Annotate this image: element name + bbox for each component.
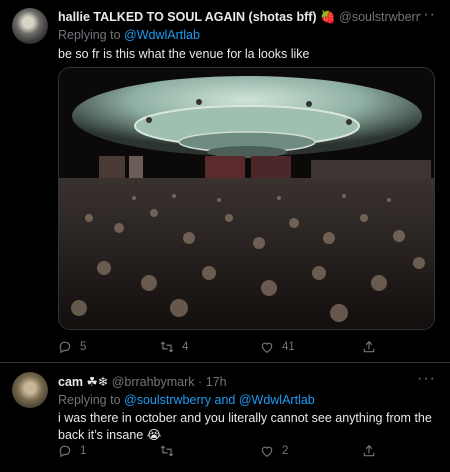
reply-icon — [59, 445, 71, 458]
more-icon[interactable]: ··· — [417, 370, 436, 388]
tweet-image[interactable] — [58, 67, 435, 330]
tweet-actions: 5 4 41 — [58, 340, 388, 358]
share-icon — [363, 340, 375, 353]
avatar[interactable] — [12, 8, 48, 44]
like-button[interactable]: 41 — [260, 340, 295, 354]
more-icon[interactable]: ··· — [417, 6, 436, 24]
name-emoji: ☘❄ — [86, 375, 109, 389]
retweet-count: 4 — [182, 341, 189, 353]
replying-prefix: Replying to — [58, 28, 125, 42]
reply-icon — [59, 341, 71, 354]
like-count: 41 — [282, 341, 295, 353]
divider — [0, 362, 450, 363]
reply-button[interactable]: 5 — [58, 340, 86, 354]
reply-button[interactable]: 1 — [58, 444, 86, 458]
like-count: 2 — [282, 445, 289, 457]
like-button[interactable]: 2 — [260, 444, 288, 458]
tweet[interactable]: cam ☘❄ @brrahbymark · 17h ··· Replying t… — [0, 364, 450, 472]
share-button[interactable] — [362, 444, 376, 458]
replying-to-link[interactable]: @WdwlArtlab — [124, 28, 200, 42]
handle[interactable]: @brrahbymark — [112, 375, 195, 389]
replying-to: Replying to @WdwlArtlab — [58, 28, 200, 42]
like-icon — [261, 342, 273, 353]
venue-photo — [59, 68, 434, 329]
reply-count: 5 — [80, 341, 87, 353]
tweet-text: i was there in october and you literally… — [58, 411, 432, 442]
retweet-button[interactable] — [160, 444, 182, 458]
retweet-icon — [160, 341, 174, 353]
separator: · — [198, 375, 203, 389]
avatar[interactable] — [12, 372, 48, 408]
like-icon — [261, 446, 273, 457]
display-name[interactable]: cam — [58, 375, 83, 389]
display-name[interactable]: hallie TALKED TO SOUL AGAIN (shotas bff) — [58, 10, 317, 24]
share-icon — [363, 444, 375, 457]
share-button[interactable] — [362, 340, 376, 354]
replying-to: Replying to @soulstrwberry and @WdwlArtl… — [58, 393, 315, 407]
retweet-button[interactable]: 4 — [160, 340, 188, 354]
reply-count: 1 — [80, 445, 87, 457]
tweet-text: be so fr is this what the venue for la l… — [58, 47, 310, 61]
tweet[interactable]: hallie TALKED TO SOUL AGAIN (shotas bff)… — [0, 0, 450, 362]
tweet-header: hallie TALKED TO SOUL AGAIN (shotas bff)… — [58, 10, 420, 25]
replying-prefix: Replying to — [58, 393, 125, 407]
tweet-header: cam ☘❄ @brrahbymark · 17h — [58, 374, 420, 389]
retweet-icon — [160, 445, 174, 457]
replying-to-link[interactable]: @soulstrwberry and @WdwlArtlab — [124, 393, 315, 407]
tweet-actions: 1 2 — [58, 444, 388, 462]
handle[interactable]: @soulstrwberry — [339, 10, 420, 24]
timestamp[interactable]: 17h — [206, 375, 227, 389]
name-emoji: 🍓 — [320, 10, 336, 24]
